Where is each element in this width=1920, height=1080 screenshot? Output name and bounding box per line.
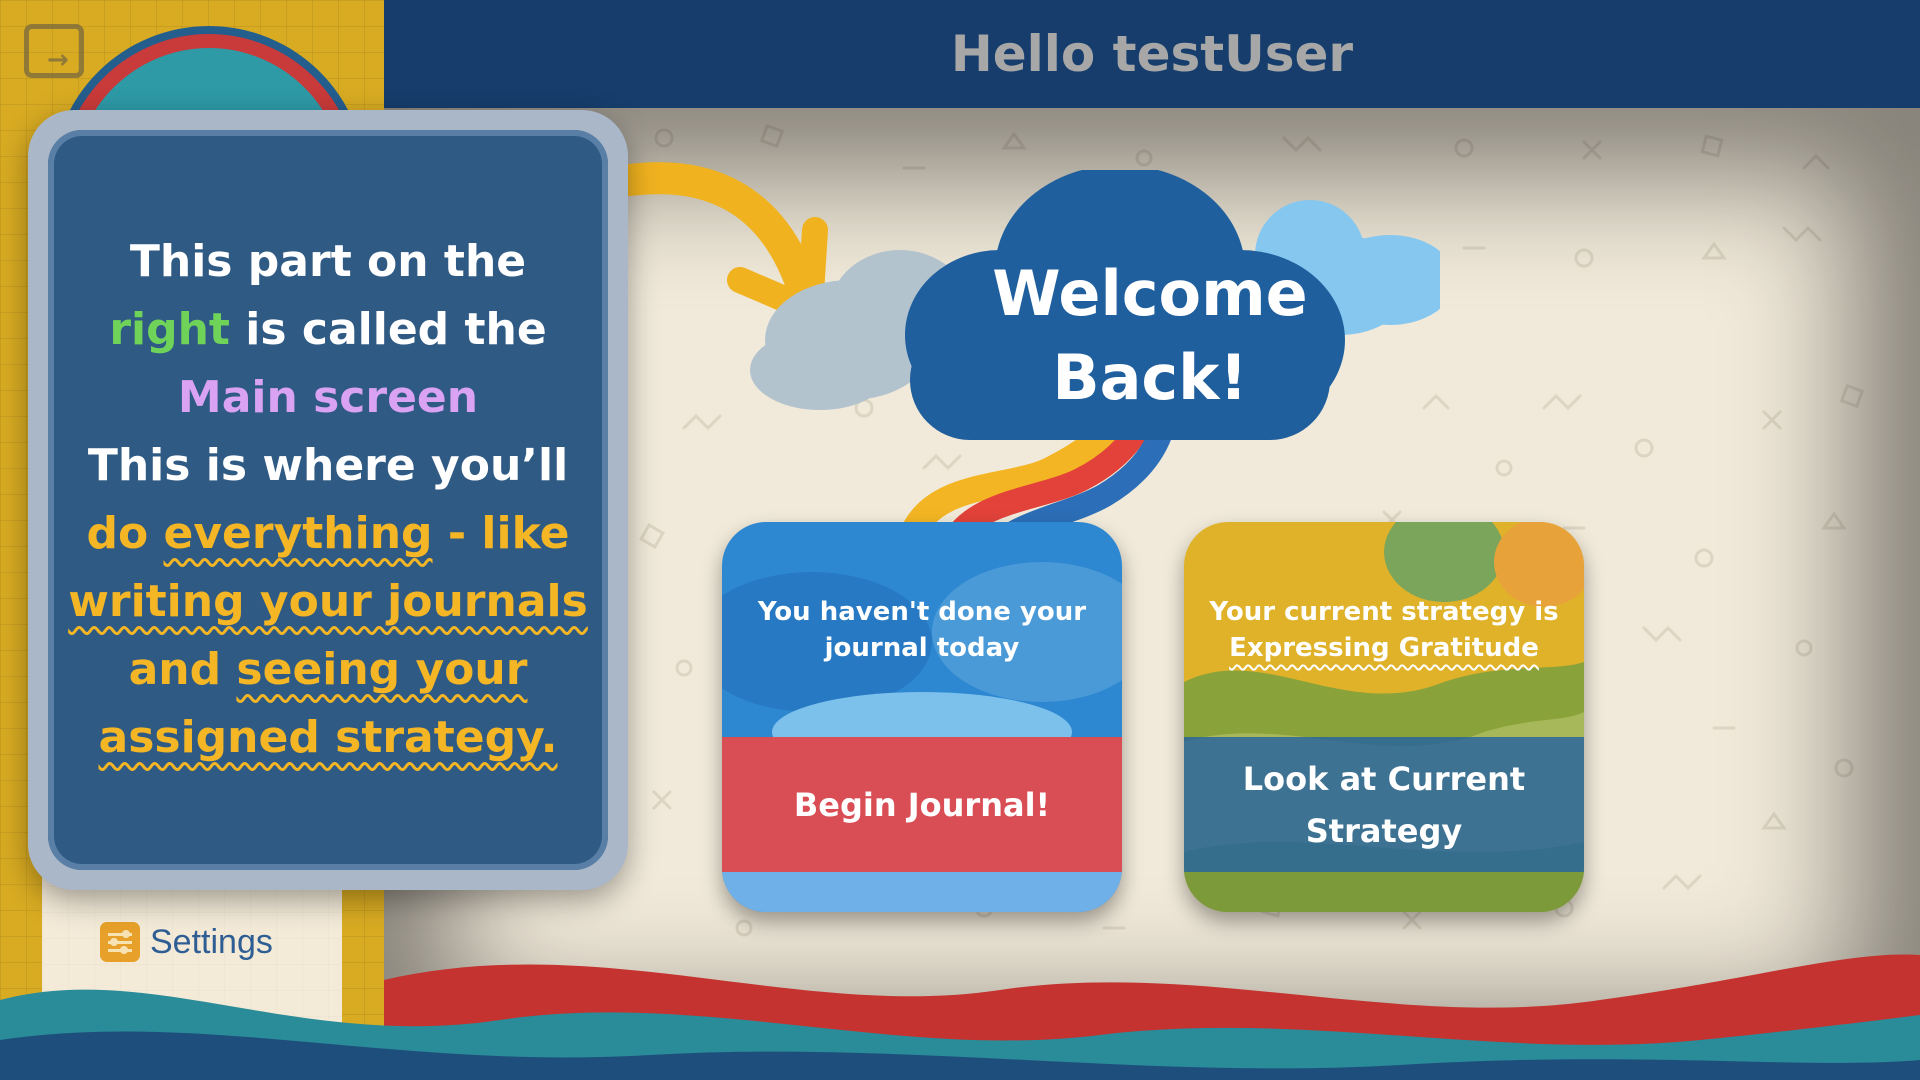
tutorial-tooltip: This part on the right is called the Mai… (48, 130, 608, 870)
logout-icon[interactable]: → (24, 24, 84, 78)
bottom-waves (0, 954, 1920, 1080)
greeting-title: Hello testUser (950, 25, 1354, 83)
tooltip-seeing-your: seeing your (236, 644, 528, 695)
welcome-line-1: Welcome (992, 257, 1308, 330)
strategy-name: Expressing Gratitude (1229, 633, 1539, 663)
journal-card: You haven't done your journal today Begi… (722, 522, 1122, 912)
tooltip-assigned-strategy: assigned strategy. (98, 712, 558, 763)
strategy-card: Your current strategy is Expressing Grat… (1184, 522, 1584, 912)
look-at-strategy-button[interactable]: Look at Current Strategy (1184, 737, 1584, 872)
tooltip-writing-journals: writing your journals (68, 576, 588, 627)
strategy-status: Your current strategy is Expressing Grat… (1204, 594, 1564, 666)
tooltip-like: - like (432, 508, 570, 559)
tooltip-line-2: is called the (229, 304, 547, 355)
strategy-status-line-1: Your current strategy is (1209, 597, 1559, 627)
tooltip-main-screen: Main screen (177, 372, 479, 423)
tooltip-and: and (128, 644, 237, 695)
journal-status-line-2: journal today (824, 633, 1020, 663)
tooltip-highlight-right: right (109, 304, 230, 355)
strategy-button-line-1: Look at Current (1242, 759, 1526, 798)
begin-journal-button[interactable]: Begin Journal! (722, 737, 1122, 872)
tooltip-everything: everything (163, 508, 433, 559)
strategy-button-line-2: Strategy (1305, 811, 1463, 850)
journal-status-line-1: You haven't done your (757, 597, 1087, 627)
tooltip-do: do (86, 508, 164, 559)
tooltip-line-4: This is where you’ll (87, 440, 569, 491)
tooltip-line-1: This part on the (129, 236, 527, 287)
welcome-line-2: Back! (1052, 341, 1248, 414)
journal-status: You haven't done your journal today (742, 594, 1102, 666)
welcome-heading: Welcome Back! (960, 252, 1340, 420)
tooltip-text: This part on the right is called the Mai… (68, 228, 588, 772)
